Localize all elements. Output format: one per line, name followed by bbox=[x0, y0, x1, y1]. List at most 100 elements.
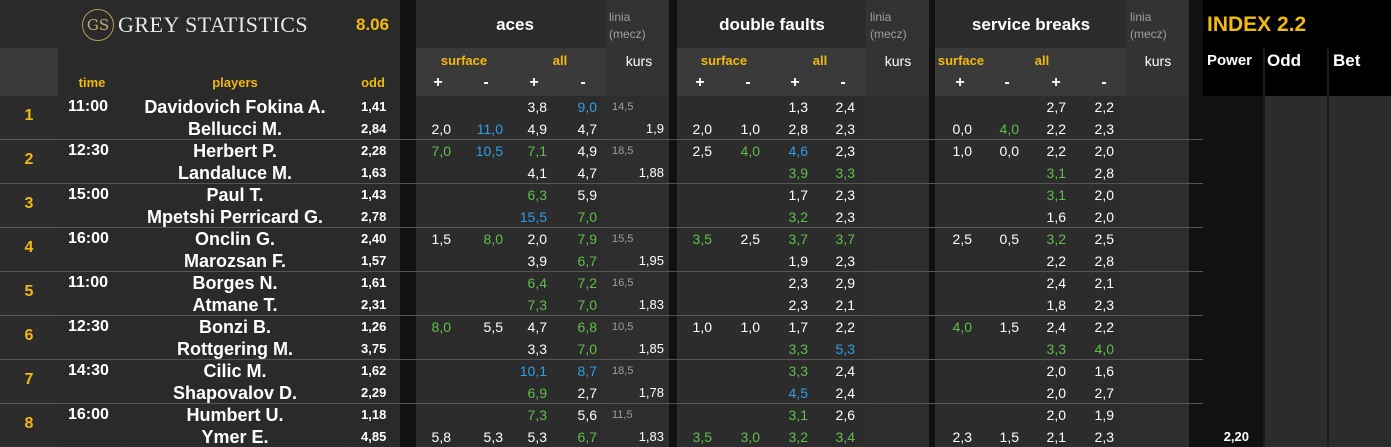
aces-linia-value: 11,5 bbox=[612, 409, 633, 421]
df-a-minus-value: 2,2 bbox=[835, 319, 855, 335]
player-name: Bonzi B. bbox=[199, 317, 271, 337]
aces-a-minus-value: 7,2 bbox=[577, 275, 597, 291]
aces-a-minus-value: 5,6 bbox=[577, 407, 597, 423]
plus-header: + bbox=[955, 74, 965, 91]
df-surface-header: surface bbox=[700, 53, 748, 68]
df-a-minus-value: 2,4 bbox=[835, 363, 855, 379]
time-header: time bbox=[78, 75, 106, 90]
df-s-plus-value: 2,5 bbox=[692, 143, 712, 159]
player-name: Atmane T. bbox=[192, 295, 278, 315]
aces-kurs-value: 1,88 bbox=[638, 165, 664, 180]
row-number: 7 bbox=[24, 371, 34, 388]
sb-a-plus-value: 2,0 bbox=[1046, 385, 1066, 401]
sb-a-minus-value: 2,7 bbox=[1094, 385, 1114, 401]
aces-a-plus-value: 7,3 bbox=[527, 297, 547, 313]
df-s-minus-value: 1,0 bbox=[740, 319, 760, 335]
match-time: 16:00 bbox=[68, 230, 109, 247]
aces-a-plus-value: 6,3 bbox=[527, 187, 547, 203]
sb-s-minus-value: 1,5 bbox=[999, 319, 1019, 335]
player-odd: 2,29 bbox=[361, 385, 387, 400]
match-time: 11:00 bbox=[68, 98, 109, 115]
aces-a-plus-value: 7,1 bbox=[527, 143, 547, 159]
df-a-minus-value: 5,3 bbox=[835, 341, 855, 357]
player-name: Marozsan F. bbox=[183, 251, 287, 271]
aces-linia-value: 18,5 bbox=[612, 365, 634, 377]
sb-a-plus-value: 2,0 bbox=[1046, 407, 1066, 423]
player-odd: 1,41 bbox=[361, 99, 387, 114]
separator bbox=[1189, 0, 1203, 447]
df-s-minus-value: 3,0 bbox=[740, 429, 760, 445]
aces-a-plus-value: 7,3 bbox=[527, 407, 547, 423]
aces-s-plus-value: 7,0 bbox=[431, 143, 451, 159]
sb-a-minus-value: 2,0 bbox=[1094, 143, 1114, 159]
aces-kurs-value: 1,78 bbox=[638, 385, 664, 400]
sb-a-plus-value: 2,4 bbox=[1046, 275, 1066, 291]
sb-a-plus-value: 3,1 bbox=[1046, 165, 1066, 181]
sb-a-minus-value: 2,1 bbox=[1094, 275, 1114, 291]
minus-header: - bbox=[1004, 74, 1010, 91]
brand-monogram: GS bbox=[86, 16, 110, 34]
df-a-minus-value: 2,3 bbox=[835, 253, 855, 269]
sb-s-minus-value: 0,0 bbox=[999, 143, 1019, 159]
aces-surface-header: surface bbox=[440, 53, 488, 68]
sb-s-minus-value: 0,5 bbox=[999, 231, 1019, 247]
player-name: Humbert U. bbox=[186, 405, 284, 425]
df-a-minus-value: 2,3 bbox=[835, 209, 855, 225]
df-a-plus-value: 3,3 bbox=[788, 341, 808, 357]
aces-kurs-value: 1,83 bbox=[638, 429, 664, 444]
brand-version: 8.06 bbox=[356, 15, 390, 34]
player-odd: 1,63 bbox=[361, 165, 387, 180]
df-s-plus-value: 1,0 bbox=[692, 319, 712, 335]
df-a-plus-value: 3,3 bbox=[788, 363, 808, 379]
df-a-plus-value: 2,8 bbox=[788, 121, 808, 137]
df-a-plus-value: 2,3 bbox=[788, 275, 808, 291]
player-name: Davidovich Fokina A. bbox=[144, 97, 326, 117]
plus-header: + bbox=[529, 74, 539, 91]
aces-a-minus-value: 7,9 bbox=[577, 231, 597, 247]
aces-a-minus-value: 2,7 bbox=[577, 385, 597, 401]
match-time: 12:30 bbox=[68, 318, 109, 335]
minus-header: - bbox=[840, 74, 846, 91]
power-header: Power bbox=[1207, 52, 1253, 69]
sb-a-plus-value: 2,2 bbox=[1046, 143, 1066, 159]
df-a-minus-value: 3,4 bbox=[835, 429, 855, 445]
odd-col-header: Odd bbox=[1267, 51, 1301, 70]
aces-a-plus-value: 4,1 bbox=[527, 165, 547, 181]
aces-s-minus-value: 8,0 bbox=[483, 231, 503, 247]
sb-all-header: all bbox=[1034, 53, 1050, 68]
df-a-minus-value: 3,7 bbox=[835, 231, 855, 247]
df-a-plus-value: 3,1 bbox=[788, 407, 808, 423]
index-title: INDEX 2.2 bbox=[1207, 13, 1307, 36]
row-number: 8 bbox=[24, 415, 34, 432]
aces-a-minus-value: 4,7 bbox=[577, 121, 597, 137]
player-odd: 2,31 bbox=[361, 297, 387, 312]
aces-a-minus-value: 6,7 bbox=[577, 429, 597, 445]
aces-a-minus-value: 8,7 bbox=[577, 363, 597, 379]
df-s-minus-value: 2,5 bbox=[740, 231, 760, 247]
sb-a-minus-value: 2,8 bbox=[1094, 165, 1114, 181]
player-odd: 2,28 bbox=[361, 143, 387, 158]
sb-linia-header: linia (mecz) bbox=[1130, 10, 1167, 41]
plus-header: + bbox=[1051, 74, 1061, 91]
aces-a-plus-value: 4,9 bbox=[527, 121, 547, 137]
aces-a-plus-value: 10,1 bbox=[519, 363, 547, 379]
sb-a-plus-value: 1,8 bbox=[1046, 297, 1066, 313]
aces-a-minus-value: 7,0 bbox=[577, 341, 597, 357]
player-odd: 1,62 bbox=[361, 363, 387, 378]
df-a-plus-value: 2,3 bbox=[788, 297, 808, 313]
odd-header: odd bbox=[361, 75, 385, 90]
player-odd: 1,61 bbox=[361, 275, 387, 290]
sb-a-minus-value: 2,3 bbox=[1094, 429, 1114, 445]
df-a-plus-value: 1,9 bbox=[788, 253, 808, 269]
sb-a-plus-value: 3,2 bbox=[1046, 231, 1066, 247]
sb-s-minus-value: 4,0 bbox=[999, 121, 1019, 137]
aces-s-minus-value: 11,0 bbox=[476, 121, 503, 137]
match-time: 11:00 bbox=[68, 274, 109, 291]
power-value: 2,20 bbox=[1223, 429, 1249, 444]
row-number: 1 bbox=[24, 107, 34, 124]
df-a-plus-value: 3,9 bbox=[788, 165, 808, 181]
df-a-minus-value: 2,3 bbox=[835, 143, 855, 159]
sb-s-plus-value: 1,0 bbox=[952, 143, 972, 159]
sb-s-plus-value: 2,5 bbox=[952, 231, 972, 247]
plus-header: + bbox=[695, 74, 705, 91]
